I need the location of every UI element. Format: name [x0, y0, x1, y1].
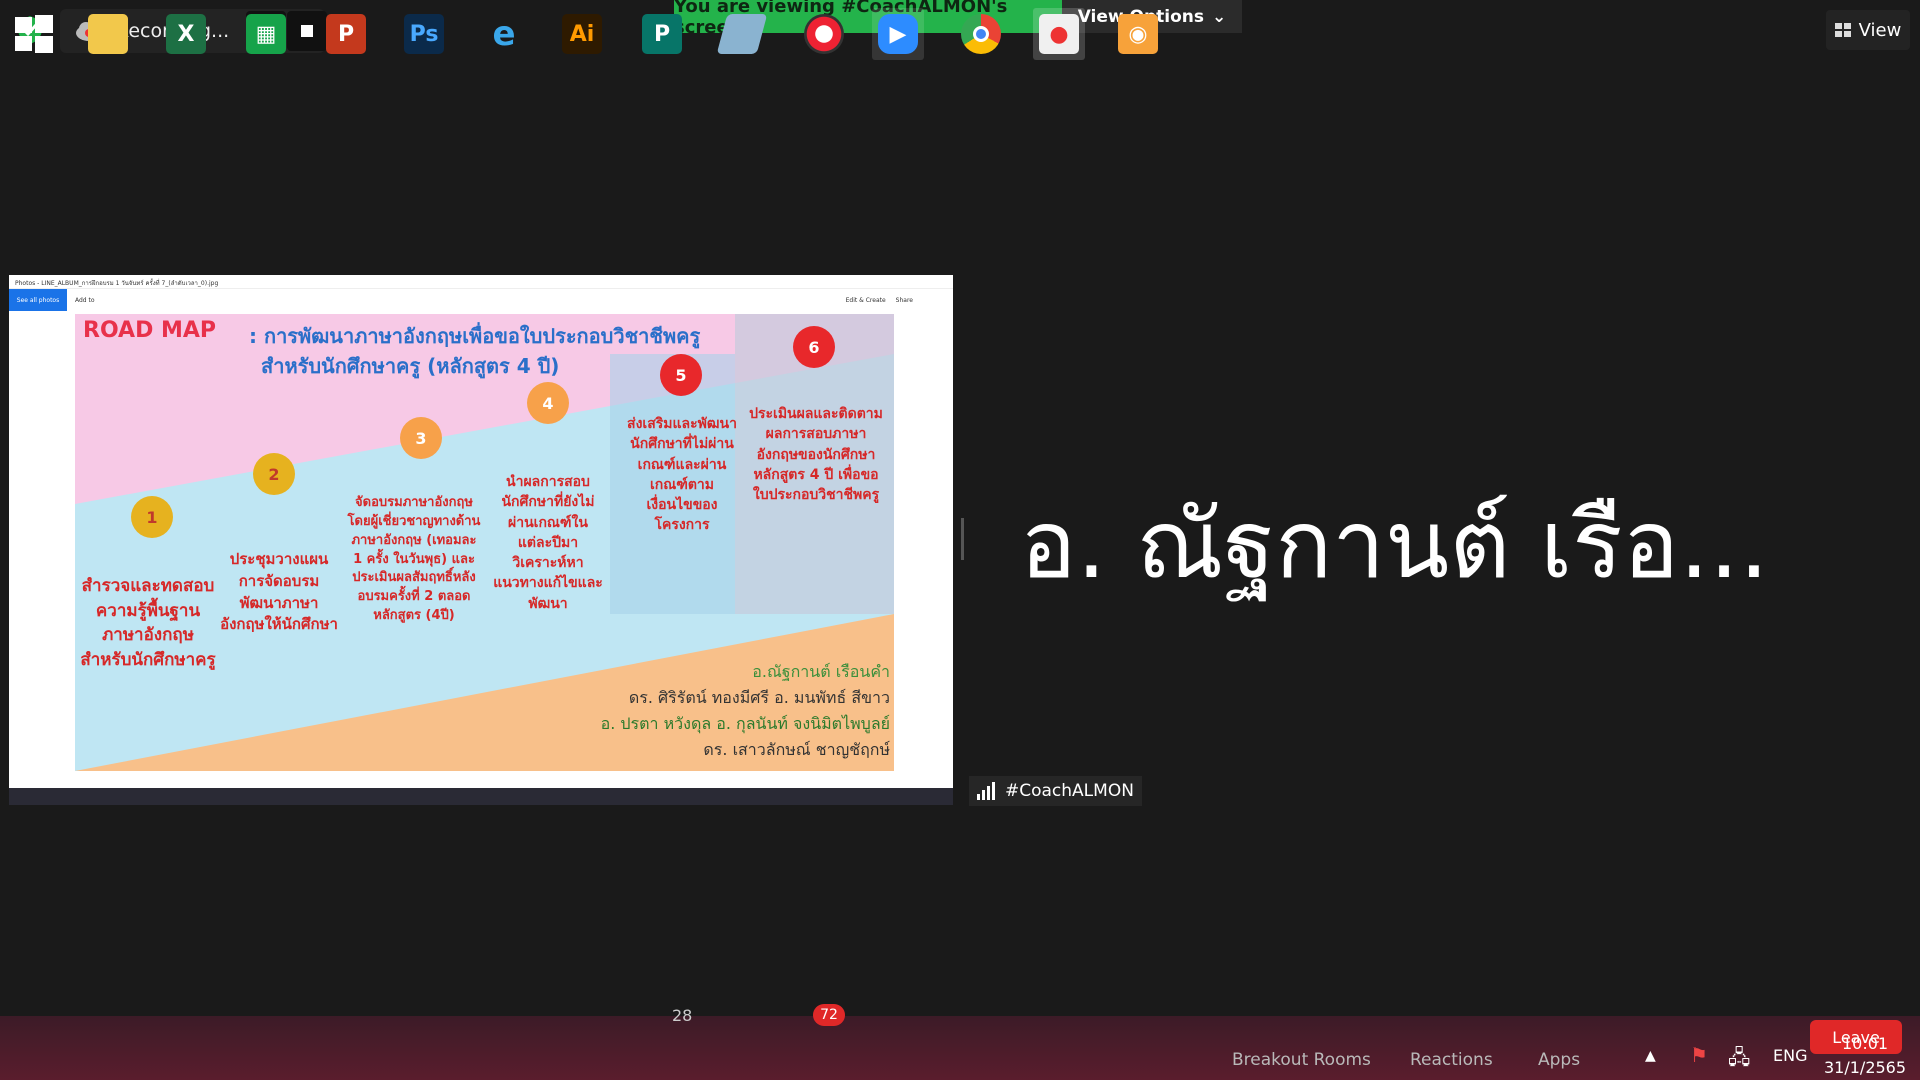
- step-6-text: ประเมินผลและติดตามผลการสอบภาษาอังกฤษของน…: [749, 406, 883, 504]
- step-4-text: นำผลการสอบนักศึกษาที่ยังไม่ผ่านเกณฑ์ในแต…: [493, 474, 603, 612]
- slide-title-en: ROAD MAP: [83, 318, 217, 343]
- windows-taskbar: [0, 1016, 1920, 1080]
- slide-title-th-line2: สำหรับนักศึกษาครู (หลักสูตร 4 ปี): [261, 354, 560, 378]
- chat-badge: 72: [813, 1004, 845, 1026]
- step-2-circle: 2: [253, 453, 295, 495]
- panel-divider-handle[interactable]: [961, 518, 964, 560]
- language-indicator[interactable]: ENG: [1773, 1046, 1807, 1065]
- camera-icon: ◉: [1118, 14, 1158, 54]
- start-button[interactable]: [8, 8, 60, 60]
- speaker-name-tag: #CoachALMON: [969, 776, 1142, 806]
- internet-explorer-icon: e: [492, 14, 516, 54]
- reactions-label[interactable]: Reactions: [1410, 1050, 1493, 1070]
- photos-window-title: Photos - LINE_ALBUM_การฝึกอบรม 1 วันจันท…: [9, 275, 953, 289]
- photoshop-icon: Ps: [404, 14, 444, 54]
- step-3-circle: 3: [400, 417, 442, 459]
- network-icon[interactable]: 🖧: [1728, 1043, 1750, 1077]
- step-5-text: ส่งเสริมและพัฒนานักศึกษาที่ไม่ผ่านเกณฑ์แ…: [627, 416, 737, 534]
- windows-logo-icon: [15, 15, 53, 53]
- taskbar-clock-time[interactable]: 10:01: [1842, 1034, 1888, 1053]
- excel-icon: X: [166, 14, 206, 54]
- photos-icon: ●: [1039, 14, 1079, 54]
- edit-create-button[interactable]: Edit & Create: [846, 297, 886, 304]
- step-1-circle: 1: [131, 496, 173, 538]
- stop-icon: [301, 25, 313, 37]
- powerpoint-taskbar-button[interactable]: P: [320, 8, 372, 60]
- spreadsheet-icon: ▦: [246, 14, 286, 54]
- grid-view-icon: [1834, 23, 1851, 37]
- taskbar-clock-date[interactable]: 31/1/2565: [1824, 1058, 1906, 1077]
- folder-icon: [88, 14, 128, 54]
- step-3-text: จัดอบรมภาษาอังกฤษ โดยผู้เชี่ยวชาญทางด้าน…: [347, 495, 481, 624]
- show-hidden-icons-chevron[interactable]: ▲: [1645, 1048, 1656, 1064]
- author-line-4: ดร. เสาวลักษณ์ ชาญชัฤกษ์: [703, 740, 890, 759]
- signal-bars-icon: [977, 782, 995, 800]
- chrome-taskbar-button[interactable]: [955, 8, 1007, 60]
- shared-windows-taskbar: [9, 788, 953, 805]
- photos-toolbar: See all photos Add to Edit & Create Shar…: [9, 289, 953, 311]
- publisher-icon: P: [642, 14, 682, 54]
- step-2-text: ประชุมวางแผนการจัดอบรมพัฒนาภาษาอังกฤษให้…: [220, 550, 338, 634]
- eraser-icon: [716, 14, 768, 54]
- step-5-circle: 5: [660, 354, 702, 396]
- breakout-rooms-label[interactable]: Breakout Rooms: [1232, 1050, 1371, 1070]
- publisher-taskbar-button[interactable]: P: [636, 8, 688, 60]
- road-map-slide: ROAD MAP : การพัฒนาภาษาอังกฤษเพื่อขอใบปร…: [75, 314, 894, 771]
- photoscape-taskbar-button[interactable]: [798, 8, 850, 60]
- speaker-display-name: อ. ณัฐกานต์ เรือ...: [1020, 491, 1769, 600]
- action-center-flag-icon[interactable]: ⚑: [1690, 1043, 1708, 1067]
- participants-count: 28: [672, 1006, 693, 1025]
- photoscape-icon: [804, 14, 844, 54]
- apps-label[interactable]: Apps: [1538, 1050, 1580, 1070]
- photoshop-taskbar-button[interactable]: Ps: [398, 8, 450, 60]
- illustrator-icon: Ai: [562, 14, 602, 54]
- slide-authors: อ.ณัฐกานต์ เรือนคำ ดร. ศิริรัตน์ ทองมีศร…: [455, 659, 890, 763]
- author-line-2: ดร. ศิริรัตน์ ทองมีศรี อ. มนพัทธ์ สีขาว: [628, 688, 890, 707]
- view-button[interactable]: View: [1826, 10, 1910, 50]
- shared-screen: Photos - LINE_ALBUM_การฝึกอบรม 1 วันจันท…: [9, 275, 953, 805]
- zoom-taskbar-button[interactable]: ▶: [872, 8, 924, 60]
- chevron-down-icon: ⌄: [1212, 6, 1227, 27]
- share-button[interactable]: Share: [896, 297, 913, 304]
- illustrator-taskbar-button[interactable]: Ai: [556, 8, 608, 60]
- sheets-taskbar-button[interactable]: ▦: [240, 8, 292, 60]
- eraser-app-taskbar-button[interactable]: [716, 8, 768, 60]
- chrome-icon: [961, 14, 1001, 54]
- name-tag-label: #CoachALMON: [1005, 781, 1134, 801]
- zoom-camera-icon: ▶: [878, 14, 918, 54]
- camera-app-taskbar-button[interactable]: ◉: [1112, 8, 1164, 60]
- step-4-circle: 4: [527, 382, 569, 424]
- file-explorer-taskbar-button[interactable]: [82, 8, 134, 60]
- slide-title-th-line1: : การพัฒนาภาษาอังกฤษเพื่อขอใบประกอบวิชาช…: [249, 324, 701, 348]
- step-6-circle: 6: [793, 326, 835, 368]
- add-to-button[interactable]: Add to: [75, 297, 95, 304]
- author-line-3: อ. ปรตา หวังดุล อ. กุลนันท์ จงนิมิตไพบูล…: [600, 714, 890, 733]
- author-line-1: อ.ณัฐกานต์ เรือนคำ: [752, 662, 890, 681]
- internet-explorer-taskbar-button[interactable]: e: [478, 8, 530, 60]
- view-label: View: [1858, 19, 1902, 41]
- powerpoint-icon: P: [326, 14, 366, 54]
- see-all-photos-button[interactable]: See all photos: [9, 289, 67, 311]
- photos-taskbar-button[interactable]: ●: [1033, 8, 1085, 60]
- step-1-text: สำรวจและทดสอบความรู้พื้นฐานภาษาอังกฤษสำห…: [80, 576, 216, 670]
- excel-taskbar-button[interactable]: X: [160, 8, 212, 60]
